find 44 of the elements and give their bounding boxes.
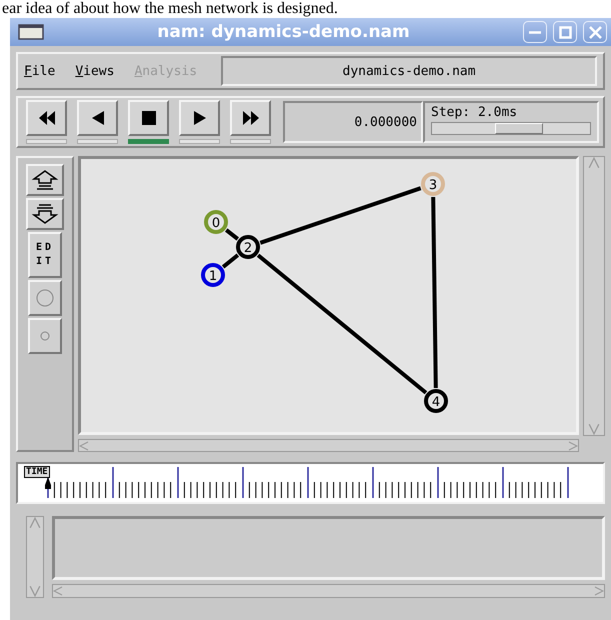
step-slider[interactable] [431,122,591,135]
tool-button[interactable] [26,198,64,230]
playback-button[interactable] [179,100,220,136]
large-circle-icon [35,288,55,308]
fast-forward-icon [240,110,260,126]
network-node[interactable] [204,210,228,234]
rewind-icon [36,110,56,126]
node-label: 1 [208,269,218,284]
minimize-button[interactable] [523,21,547,43]
up-arrow-icon [31,169,59,191]
network-node[interactable] [424,389,448,413]
down-arrow-icon [31,203,59,225]
network-node[interactable] [421,172,445,196]
node-label: 0 [212,216,220,231]
time-display: 0.000000 [283,101,423,143]
playback-button[interactable] [230,100,271,136]
time-label: TIME [24,466,50,478]
playback-button[interactable] [77,100,118,136]
minimize-icon [528,30,542,34]
window-menu-icon[interactable] [18,24,44,40]
window-title: nam: dynamics-demo.nam [156,22,411,42]
menu-item[interactable]: File [24,64,56,78]
edit-button[interactable]: EDIT [28,232,62,278]
network-node[interactable] [236,235,260,259]
maximize-button[interactable] [553,21,577,43]
small-circle-icon [40,331,50,341]
node-label: 2 [244,241,252,256]
network-node[interactable] [201,263,225,287]
slider-thumb[interactable] [494,123,543,134]
playback-button[interactable] [26,100,67,136]
menu-item[interactable]: Views [75,64,114,78]
link-line [222,254,240,268]
time-marker-icon[interactable] [44,477,52,489]
node-label: 4 [432,395,440,410]
close-icon [588,26,602,38]
link-line [225,228,239,241]
file-name-field: dynamics-demo.nam [221,56,597,86]
step-label: Step: 2.0ms [431,105,518,120]
node-label: 3 [428,178,438,193]
playback-button[interactable] [128,100,169,136]
document-text: ear idea of about how the mesh network is designed. [2,0,338,18]
tool-button[interactable] [26,164,64,196]
maximize-icon [558,26,572,38]
close-button[interactable] [583,21,607,43]
